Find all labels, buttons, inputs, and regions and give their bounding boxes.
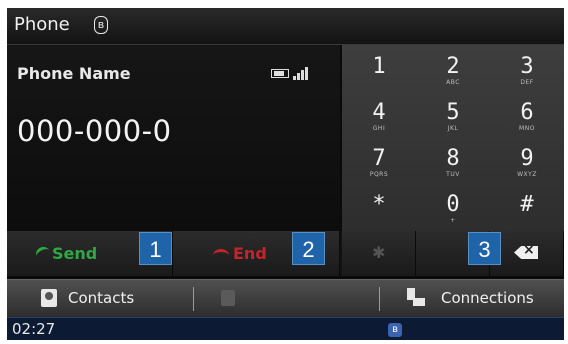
- disabled-star-icon: ✱: [372, 243, 386, 262]
- key-letters: JKL: [447, 125, 459, 132]
- battery-icon: [271, 69, 289, 78]
- key-digit: 2: [446, 54, 460, 79]
- contacts-icon: [41, 289, 57, 307]
- connections-icon: [407, 288, 427, 308]
- key-star[interactable]: *: [342, 183, 416, 238]
- clock: 02:27: [12, 320, 56, 338]
- key-digit: *: [372, 192, 386, 217]
- connections-button[interactable]: Connections: [380, 280, 564, 317]
- key-digit: 4: [372, 100, 386, 125]
- backspace-button[interactable]: [490, 231, 564, 276]
- key-digit: 7: [372, 146, 386, 171]
- disabled-key: ✱: [342, 231, 416, 276]
- signal-strength-icon: [293, 66, 311, 80]
- hang-up-icon: [213, 249, 229, 262]
- key-letters: PQRS: [369, 171, 389, 178]
- key-digit: 8: [446, 146, 460, 171]
- dialed-number: 000-000-0: [17, 114, 172, 148]
- key-digit: 9: [520, 146, 534, 171]
- callout-1: 1: [139, 232, 172, 265]
- bottom-menu: Contacts Connections: [7, 279, 564, 317]
- key-letters: MNO: [519, 125, 535, 132]
- phone-name: Phone Name: [17, 64, 131, 83]
- callout-2: 2: [292, 232, 325, 265]
- key-letters: GHI: [372, 125, 386, 132]
- disabled-menu-button: [193, 280, 379, 317]
- key-digit: #: [520, 192, 534, 217]
- key-letters: +: [450, 217, 456, 224]
- key-letters: DEF: [520, 79, 534, 86]
- header-bar: Phone ʙ: [7, 8, 564, 45]
- key-digit: 6: [520, 100, 534, 125]
- key-letters: WXYZ: [517, 171, 537, 178]
- disabled-menu-icon: [221, 290, 235, 306]
- page-title: Phone: [14, 14, 70, 35]
- key-digit: 1: [372, 54, 386, 79]
- end-label: End: [233, 244, 267, 263]
- status-bar: 02:27 ʙ: [7, 317, 564, 340]
- backspace-icon: [514, 246, 538, 259]
- phone-status-icons: [271, 66, 321, 80]
- key-hash[interactable]: #: [490, 183, 564, 238]
- contacts-button[interactable]: Contacts: [7, 280, 192, 317]
- phone-screen: Phone ʙ Phone Name 000-000-0 1 2 ABC 3 D…: [7, 8, 564, 340]
- send-label: Send: [52, 244, 98, 263]
- phone-icon: [33, 244, 53, 263]
- key-0[interactable]: 0 +: [416, 183, 490, 238]
- bluetooth-status-icon: ʙ: [388, 323, 402, 337]
- callout-3: 3: [468, 232, 501, 265]
- key-digit: 3: [520, 54, 534, 79]
- key-letters: TUV: [446, 171, 460, 178]
- key-letters: ABC: [446, 79, 460, 86]
- bluetooth-icon: ʙ: [94, 16, 108, 34]
- key-digit: 0: [446, 192, 460, 217]
- connections-label: Connections: [441, 289, 534, 307]
- key-digit: 5: [446, 100, 460, 125]
- contacts-label: Contacts: [68, 289, 135, 307]
